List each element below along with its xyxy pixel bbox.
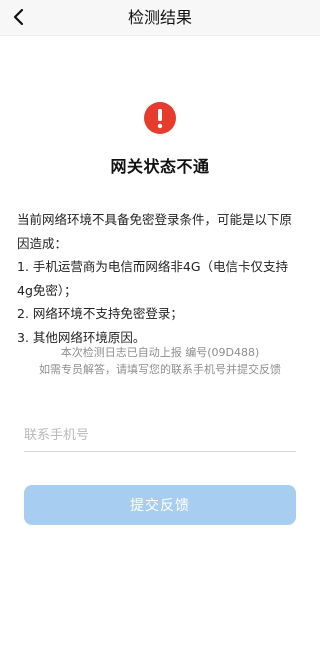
log-report-info: 本次检测日志已自动上报 编号(09D488) 如需专员解答，请填写您的联系手机号…	[0, 344, 320, 378]
log-report-line: 本次检测日志已自动上报 编号(09D488)	[60, 346, 260, 359]
submit-feedback-button[interactable]: 提交反馈	[24, 485, 296, 525]
feedback-hint: 如需专员解答，请填写您的联系手机号并提交反馈	[39, 363, 281, 376]
back-button[interactable]	[6, 4, 32, 30]
navigation-bar: 检测结果	[0, 0, 320, 36]
reason-description: 当前网络环境不具备免密登录条件，可能是以下原因造成： 1. 手机运营商为电信而网…	[17, 208, 302, 349]
contact-phone-input[interactable]	[24, 420, 296, 452]
reason-item: 1. 手机运营商为电信而网络非4G（电信卡仅支持4g免密）；	[17, 259, 289, 298]
reason-intro: 当前网络环境不具备免密登录条件，可能是以下原因造成：	[17, 212, 293, 251]
main-content: 网关状态不通 当前网络环境不具备免密登录条件，可能是以下原因造成： 1. 手机运…	[0, 36, 320, 666]
status-title: 网关状态不通	[110, 157, 210, 176]
chevron-left-icon	[13, 8, 24, 26]
exclamation-circle-icon	[144, 102, 176, 134]
reason-item: 2. 网络环境不支持免密登录；	[17, 306, 183, 321]
page-title: 检测结果	[127, 8, 192, 27]
